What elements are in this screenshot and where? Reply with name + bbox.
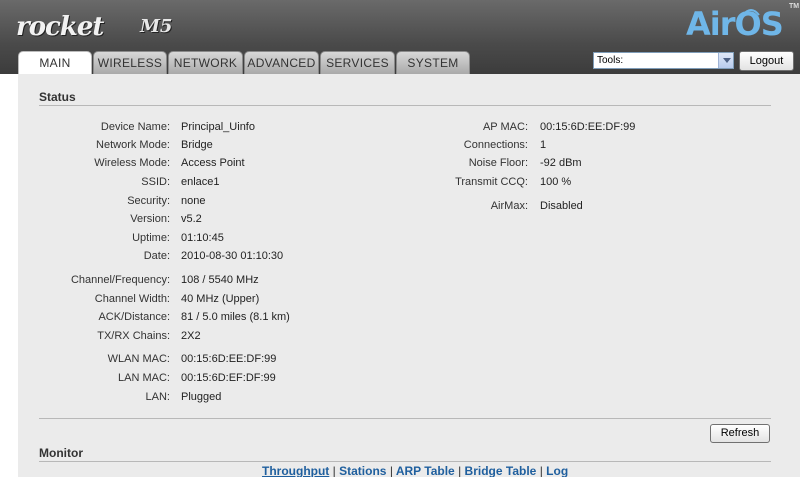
ack-distance-value: 81 / 5.0 miles (8.1 km) xyxy=(181,311,290,323)
status-bottom-divider xyxy=(39,418,771,419)
brand-name: rocket xyxy=(16,12,104,42)
noise-floor-label: Noise Floor: xyxy=(468,157,528,169)
channel-width-label: Channel Width: xyxy=(94,293,170,305)
throughput-link[interactable]: Throughput xyxy=(262,464,329,477)
connections-label: Connections: xyxy=(463,139,528,151)
lan-label: LAN: xyxy=(145,391,170,403)
txrx-chains-value: 2X2 xyxy=(181,330,201,342)
tools-select[interactable]: Tools: xyxy=(593,52,734,69)
stations-link[interactable]: Stations xyxy=(339,464,386,477)
trademark: TM xyxy=(789,3,800,10)
ssid-value: enlace1 xyxy=(181,176,220,188)
ap-mac-value: 00:15:6D:EE:DF:99 xyxy=(540,121,636,133)
link-separator: | xyxy=(539,464,543,477)
security-label: Security: xyxy=(127,195,170,207)
log-link[interactable]: Log xyxy=(546,464,568,477)
status-section-title: Status xyxy=(39,90,76,104)
uptime-label: Uptime: xyxy=(132,232,170,244)
bridge-table-link[interactable]: Bridge Table xyxy=(465,464,537,477)
lan-mac-value: 00:15:6D:EF:DF:99 xyxy=(181,372,276,384)
wireless-mode-label: Wireless Mode: xyxy=(94,157,170,169)
device-name-value: Principal_Uinfo xyxy=(181,121,255,133)
status-divider xyxy=(39,105,771,106)
wlan-mac-label: WLAN MAC: xyxy=(107,353,170,365)
ssid-label: SSID: xyxy=(141,176,170,188)
date-value: 2010-08-30 01:10:30 xyxy=(181,250,284,262)
lan-value: Plugged xyxy=(181,391,222,403)
tab-advanced[interactable]: ADVANCED xyxy=(244,51,319,74)
tools-selected-value: Tools: xyxy=(597,55,624,66)
connections-value: 1 xyxy=(540,139,547,151)
network-mode-label: Network Mode: xyxy=(96,139,170,151)
link-separator: | xyxy=(389,464,393,477)
tab-system[interactable]: SYSTEM xyxy=(396,51,470,74)
tab-network[interactable]: NETWORK xyxy=(168,51,243,74)
tab-wireless[interactable]: WIRELESS xyxy=(93,51,167,74)
lan-mac-label: LAN MAC: xyxy=(118,372,170,384)
device-name-label: Device Name: xyxy=(100,121,170,133)
monitor-divider xyxy=(39,461,771,462)
wlan-mac-value: 00:15:6D:EE:DF:99 xyxy=(181,353,277,365)
monitor-section-title: Monitor xyxy=(39,446,83,460)
wireless-mode-value: Access Point xyxy=(181,157,245,169)
link-separator: | xyxy=(458,464,462,477)
arp-table-link[interactable]: ARP Table xyxy=(396,464,455,477)
transmit-ccq-value: 100 % xyxy=(540,176,572,188)
model-name: M5 xyxy=(140,16,173,37)
txrx-chains-label: TX/RX Chains: xyxy=(97,330,170,342)
link-separator: | xyxy=(332,464,336,477)
security-value: none xyxy=(181,195,206,207)
date-label: Date: xyxy=(143,250,170,262)
chevron-down-icon[interactable] xyxy=(718,53,733,68)
version-value: v5.2 xyxy=(181,213,202,225)
channel-frequency-label: Channel/Frequency: xyxy=(70,274,170,286)
os-logo-text: AirOS xyxy=(686,5,784,43)
ap-mac-label: AP MAC: xyxy=(482,121,528,133)
airmax-value: Disabled xyxy=(540,200,583,212)
tab-services[interactable]: SERVICES xyxy=(320,51,395,74)
tab-main[interactable]: MAIN xyxy=(18,51,92,75)
wifi-waves-icon xyxy=(742,9,760,16)
transmit-ccq-label: Transmit CCQ: xyxy=(455,176,528,188)
airos-logo: AirOS TM xyxy=(686,3,800,43)
noise-floor-value: -92 dBm xyxy=(540,157,582,169)
airmax-label: AirMax: xyxy=(490,200,528,212)
version-label: Version: xyxy=(130,213,170,225)
channel-frequency-value: 108 / 5540 MHz xyxy=(181,274,259,286)
uptime-value: 01:10:45 xyxy=(181,232,224,244)
ack-distance-label: ACK/Distance: xyxy=(98,311,170,323)
logout-button[interactable]: Logout xyxy=(739,51,794,71)
channel-width-value: 40 MHz (Upper) xyxy=(181,293,260,305)
refresh-button[interactable]: Refresh xyxy=(710,424,770,443)
network-mode-value: Bridge xyxy=(181,139,213,151)
monitor-links: Throughput | Stations | ARP Table | Brid… xyxy=(262,464,568,477)
